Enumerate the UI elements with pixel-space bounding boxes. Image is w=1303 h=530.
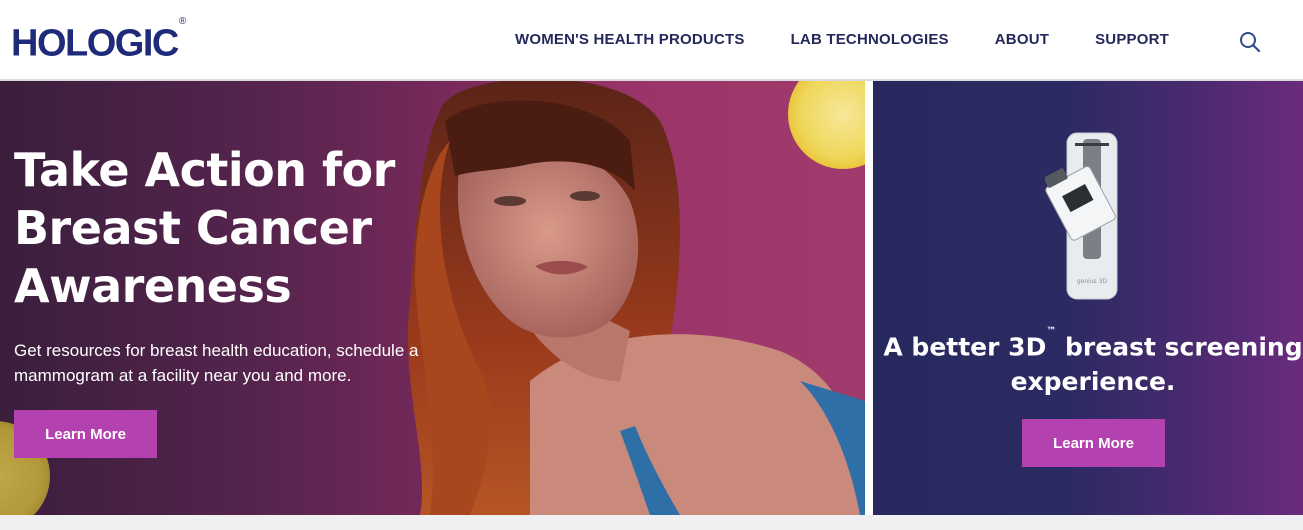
screening-title-part2: breast screening experience. bbox=[1010, 332, 1303, 397]
learn-more-button[interactable]: Learn More bbox=[1022, 419, 1165, 467]
genius-3d-mammography-device-image: genius 3D bbox=[1045, 132, 1118, 300]
site-header: HOLOGIC® WOMEN'S HEALTH PRODUCTS LAB TEC… bbox=[0, 0, 1303, 81]
screening-title: A better 3D™ breast screening experience… bbox=[873, 326, 1303, 399]
search-icon[interactable] bbox=[1239, 31, 1261, 53]
logo-registered-mark: ® bbox=[178, 16, 187, 27]
trademark-mark: ™ bbox=[1046, 326, 1057, 337]
nav-womens-health-products[interactable]: WOMEN'S HEALTH PRODUCTS bbox=[515, 31, 745, 48]
nav-lab-technologies[interactable]: LAB TECHNOLOGIES bbox=[791, 31, 949, 48]
screening-title-part1: A better 3D bbox=[883, 332, 1047, 362]
nav-about[interactable]: ABOUT bbox=[995, 31, 1049, 48]
learn-more-button[interactable]: Learn More bbox=[14, 410, 157, 458]
woman-portrait-image bbox=[407, 81, 865, 515]
logo-text: HOLOGIC bbox=[11, 22, 179, 65]
hero-3d-screening: genius 3D A better 3D™ breast screening … bbox=[873, 81, 1303, 515]
hero-title: Take Action for Breast Cancer Awareness bbox=[14, 143, 395, 313]
hologic-logo[interactable]: HOLOGIC® bbox=[11, 16, 186, 65]
nav-support[interactable]: SUPPORT bbox=[1095, 31, 1169, 48]
device-label: genius 3D bbox=[1077, 278, 1108, 285]
hero-divider bbox=[865, 81, 873, 515]
main-nav: WOMEN'S HEALTH PRODUCTS LAB TECHNOLOGIES… bbox=[515, 31, 1215, 48]
hero-breast-cancer-awareness: Take Action for Breast Cancer Awareness … bbox=[0, 81, 865, 515]
page-background-strip bbox=[0, 515, 1303, 530]
hero-description: Get resources for breast health educatio… bbox=[14, 341, 419, 385]
